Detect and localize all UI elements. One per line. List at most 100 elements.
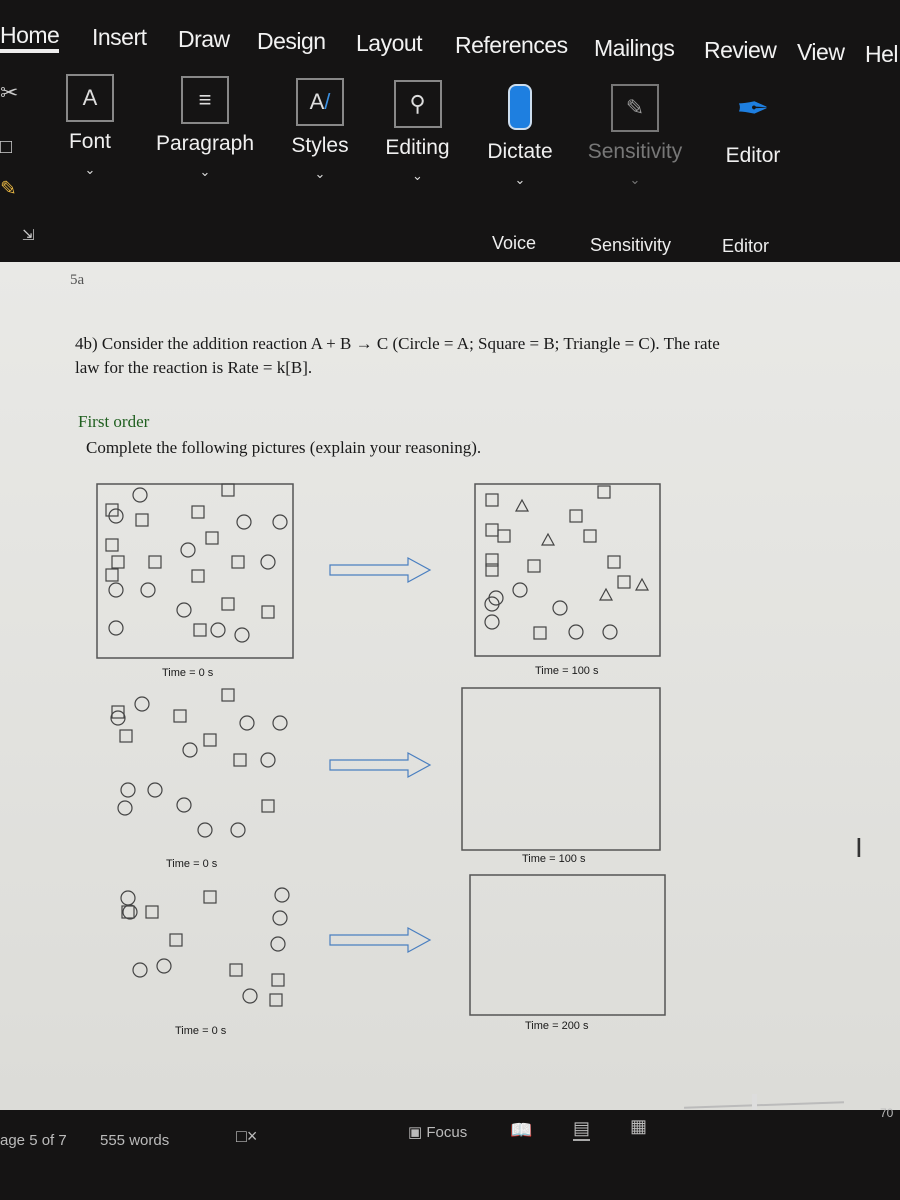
circle-a [140, 582, 156, 598]
dialog-launcher-icon[interactable]: ⇲ [22, 226, 35, 244]
paragraph-group-button[interactable]: ≡ Paragraph ⌄ [150, 76, 260, 180]
zoom-slider-thumb[interactable] [752, 1094, 757, 1110]
square-b [485, 523, 499, 537]
chevron-down-icon: ⌄ [84, 162, 96, 177]
circle-a [117, 800, 133, 816]
square-b [229, 963, 243, 977]
circle-a [210, 622, 226, 638]
arrow-icon [329, 926, 432, 954]
reaction-pictures [96, 483, 666, 1016]
web-layout-icon[interactable]: ▦ [630, 1116, 647, 1137]
group-label: Editing [385, 136, 450, 159]
tab-home[interactable]: Home [0, 22, 60, 53]
editor-pen-icon: ✒ [736, 87, 770, 131]
circle-a [120, 890, 136, 906]
styles-group-button[interactable]: A / Styles ⌄ [285, 78, 355, 182]
circle-a [120, 782, 136, 798]
square-b [231, 555, 245, 569]
document-page[interactable]: 5a 4b) Consider the addition reaction A … [0, 262, 900, 1110]
circle-a [182, 742, 198, 758]
print-layout-icon[interactable]: ▤ [573, 1118, 591, 1141]
circle-a [239, 715, 255, 731]
square-b [607, 555, 621, 569]
square-b [221, 688, 235, 702]
ribbon-tabs: Home Insert Draw Design Layout Reference… [0, 22, 900, 67]
editor-group-label: Editor [722, 236, 770, 256]
sensitivity-group-label: Sensitivity [590, 235, 672, 255]
square-b [617, 575, 631, 589]
cut-icon[interactable]: ✂ [0, 80, 18, 106]
font-icon: A [66, 74, 114, 122]
tab-insert[interactable]: Insert [92, 24, 147, 51]
circle-a [108, 620, 124, 636]
status-bar: age 5 of 7 555 words □× ▣ Focus 📖 ▤ ▦ 70 [0, 1094, 900, 1160]
circle-a [234, 627, 250, 643]
tab-view[interactable]: View [797, 39, 845, 66]
square-b [485, 493, 499, 507]
triangle-c [514, 498, 530, 512]
square-b [527, 559, 541, 573]
voice-group-label: Voice [492, 233, 537, 253]
circle-a [122, 904, 138, 920]
triangle-c [540, 532, 556, 546]
page-count[interactable]: age 5 of 7 [0, 1132, 67, 1149]
circle-a [230, 822, 246, 838]
square-b [533, 626, 547, 640]
picture-frame [461, 687, 661, 851]
focus-icon: ▣ [408, 1124, 427, 1141]
square-b [145, 905, 159, 919]
square-b [269, 993, 283, 1007]
circle-a [132, 487, 148, 503]
arrow-icon [329, 751, 432, 779]
square-b [135, 513, 149, 527]
tab-mailings[interactable]: Mailings [594, 35, 675, 62]
font-group-button[interactable]: A Font ⌄ [60, 74, 120, 178]
tab-design[interactable]: Design [257, 28, 326, 55]
square-b [191, 505, 205, 519]
circle-a [272, 715, 288, 731]
circle-a [272, 910, 288, 926]
square-b [569, 509, 583, 523]
square-b [203, 890, 217, 904]
group-label: Styles [291, 134, 349, 157]
square-b [111, 555, 125, 569]
chevron-down-icon: ⌄ [314, 166, 326, 181]
square-b [497, 529, 511, 543]
word-count[interactable]: 555 words [100, 1132, 169, 1149]
editing-group-button[interactable]: ⚲ Editing ⌄ [380, 80, 455, 184]
circle-a [147, 782, 163, 798]
chevron-down-icon: ⌄ [199, 164, 211, 179]
sensitivity-button[interactable]: ✎ Sensitivity ⌄ [585, 84, 685, 188]
editor-button[interactable]: ✒ Editor [718, 86, 788, 168]
square-b [119, 729, 133, 743]
circle-a [180, 542, 196, 558]
circle-a [512, 582, 528, 598]
focus-button[interactable]: ▣ Focus [408, 1123, 467, 1141]
chevron-down-icon: ⌄ [514, 172, 526, 187]
format-painter-icon[interactable]: ✎ [0, 176, 17, 201]
dictate-button[interactable]: Dictate ⌄ [480, 84, 560, 188]
paragraph-icon: ≡ [181, 76, 229, 124]
square-b [191, 569, 205, 583]
square-b [148, 555, 162, 569]
tab-review[interactable]: Review [704, 37, 777, 64]
circle-a [602, 624, 618, 640]
proofing-icon[interactable]: □× [236, 1126, 257, 1147]
group-label: Paragraph [155, 132, 255, 155]
zoom-level[interactable]: 70 [880, 1106, 893, 1120]
triangle-c [634, 577, 650, 591]
tab-references[interactable]: References [455, 32, 568, 59]
copy-icon[interactable]: □ [0, 136, 12, 159]
sensitivity-icon: ✎ [611, 84, 659, 132]
tab-draw[interactable]: Draw [178, 26, 230, 53]
read-mode-icon[interactable]: 📖 [510, 1120, 532, 1141]
circle-a [260, 554, 276, 570]
tab-layout[interactable]: Layout [356, 30, 423, 57]
tab-help[interactable]: Hel [865, 41, 899, 68]
group-label: Font [68, 130, 112, 153]
square-b [271, 973, 285, 987]
square-b [203, 733, 217, 747]
circle-a [176, 797, 192, 813]
triangle-c [598, 587, 614, 601]
square-b [261, 799, 275, 813]
